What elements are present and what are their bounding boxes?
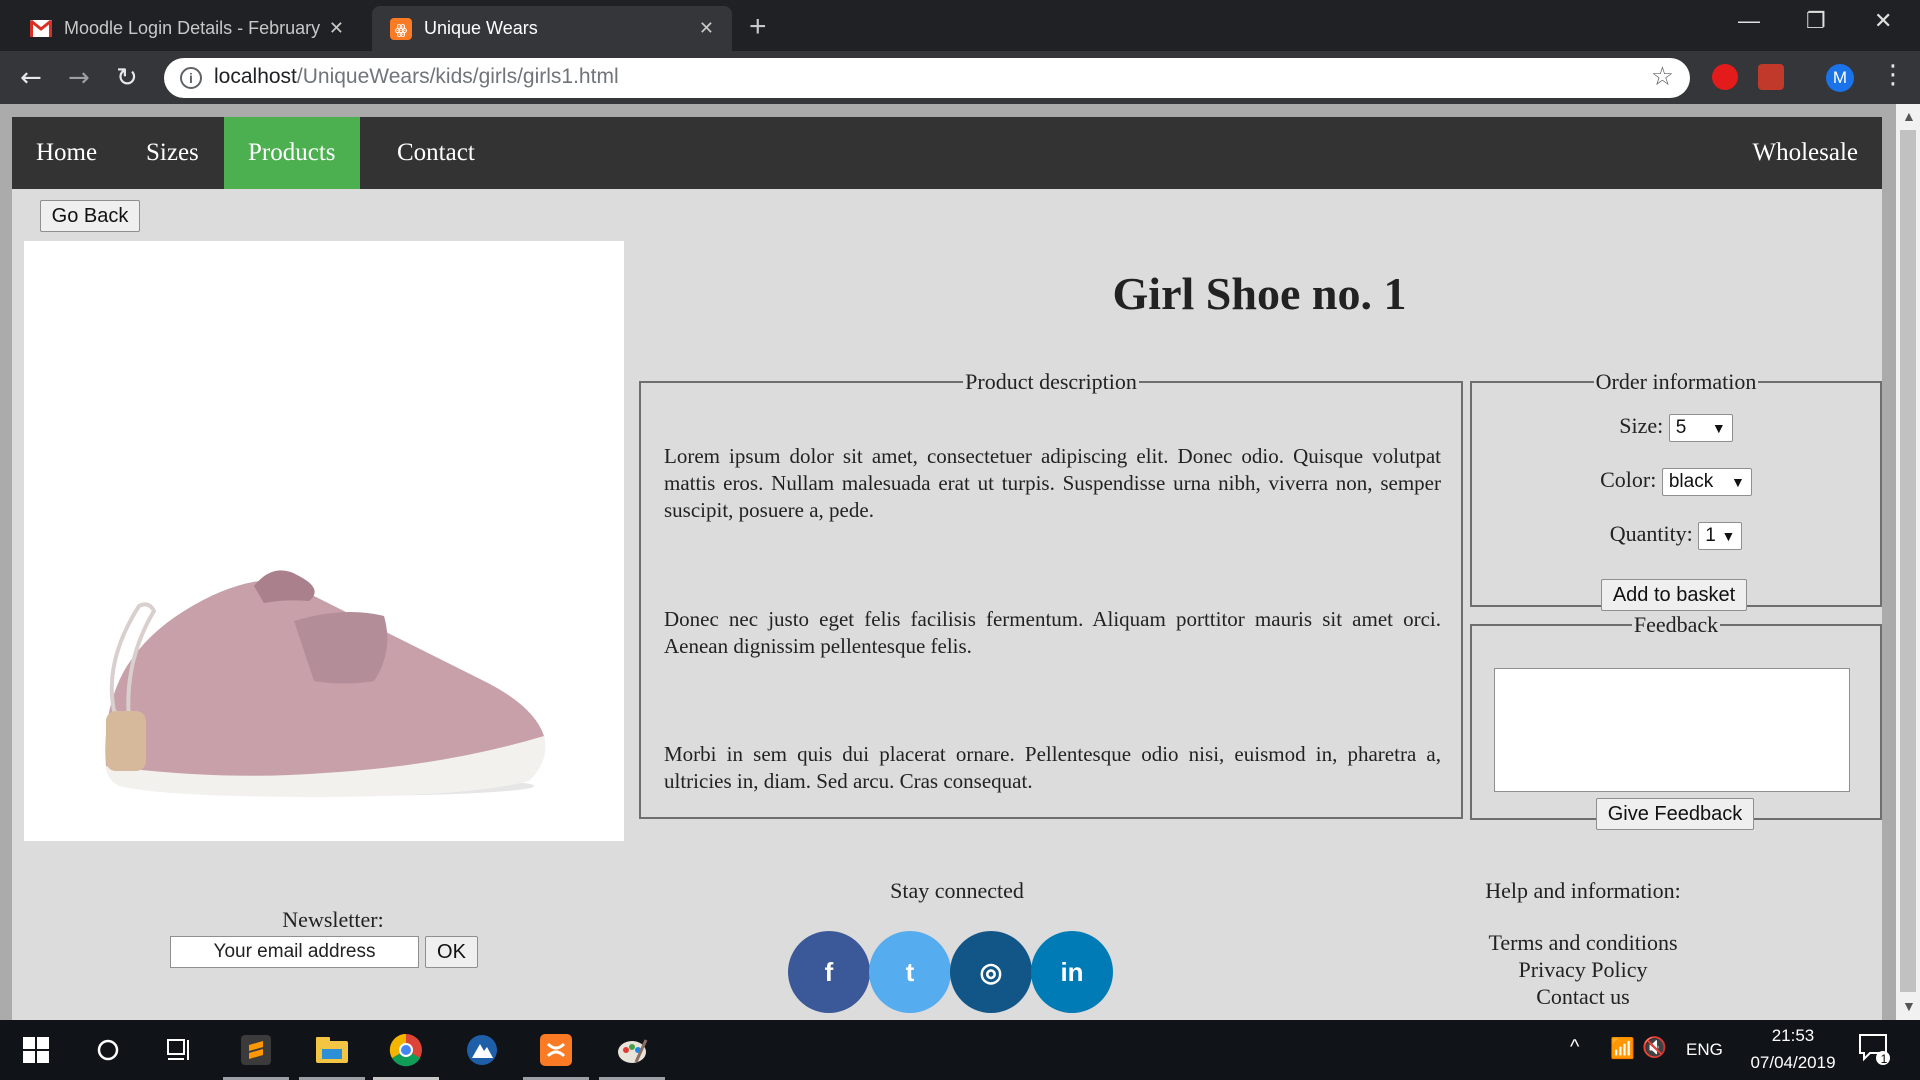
quantity-row: Quantity: 1 ▼	[1472, 521, 1880, 550]
product-description-legend: Product description	[965, 369, 1137, 394]
scroll-thumb[interactable]	[1900, 130, 1916, 992]
product-description-box: Product description Lorem ipsum dolor si…	[639, 369, 1463, 819]
nav-item-home[interactable]: Home	[12, 117, 121, 189]
reload-icon[interactable]: ↻	[116, 63, 138, 93]
scroll-up-icon[interactable]: ▲	[1902, 110, 1916, 126]
xampp-taskbar-icon[interactable]	[536, 1030, 576, 1070]
feedback-textarea[interactable]	[1494, 668, 1850, 792]
language-indicator[interactable]: ENG	[1686, 1040, 1723, 1060]
description-paragraph: Morbi in sem quis dui placerat ornare. P…	[664, 742, 1441, 793]
browser-menu-icon[interactable]: ⋮	[1880, 60, 1906, 90]
address-bar[interactable]: i localhost/UniqueWears/kids/girls/girls…	[164, 58, 1690, 98]
back-icon[interactable]: ←	[20, 63, 42, 93]
page-viewport: Home Sizes Products Contact Wholesale Go…	[0, 104, 1920, 1020]
tab-unique-wears[interactable]: ꙮ Unique Wears ✕	[372, 6, 732, 51]
tab-title: Unique Wears	[424, 18, 538, 38]
description-paragraph: Lorem ipsum dolor sit amet, consectetuer…	[664, 444, 1441, 522]
color-row: Color: black ▼	[1472, 467, 1880, 496]
newsletter-ok-button[interactable]: OK	[425, 936, 478, 968]
stay-connected-label: Stay connected	[890, 878, 1024, 903]
newsletter-label: Newsletter:	[282, 907, 384, 932]
twitter-icon[interactable]: t	[869, 931, 951, 1013]
chevron-down-icon: ▼	[1731, 473, 1745, 490]
color-select[interactable]: black ▼	[1661, 467, 1752, 496]
sublime-text-icon[interactable]	[236, 1030, 276, 1070]
close-icon[interactable]: ✕	[329, 18, 344, 39]
scroll-down-icon[interactable]: ▼	[1902, 1000, 1916, 1016]
wifi-icon[interactable]: 📶	[1610, 1036, 1635, 1061]
bookmark-star-icon[interactable]: ☆	[1651, 62, 1674, 92]
order-information-legend: Order information	[1595, 369, 1757, 394]
file-explorer-icon[interactable]	[312, 1030, 352, 1070]
size-label: Size:	[1619, 413, 1664, 438]
volume-muted-icon[interactable]: 🔇	[1642, 1035, 1667, 1060]
new-tab-icon[interactable]: +	[749, 10, 767, 44]
product-image	[24, 241, 624, 841]
vertical-scrollbar[interactable]: ▲ ▼	[1896, 104, 1920, 1020]
svg-text:ꙮ: ꙮ	[395, 23, 408, 38]
task-view-icon[interactable]	[160, 1030, 200, 1070]
feedback-box: Feedback Give Feedback	[1470, 612, 1882, 830]
cortana-search-icon[interactable]	[88, 1030, 128, 1070]
url-text: localhost/UniqueWears/kids/girls/girls1.…	[214, 65, 619, 88]
restore-icon[interactable]: ❐	[1806, 8, 1826, 34]
product-title: Girl Shoe no. 1	[1112, 268, 1407, 319]
gmail-icon	[30, 18, 52, 40]
quantity-label: Quantity:	[1609, 521, 1693, 546]
feedback-legend: Feedback	[1633, 612, 1719, 637]
browser-tab-bar: Moodle Login Details - February ✕ ꙮ Uniq…	[0, 0, 1920, 51]
chevron-down-icon: ▼	[1721, 527, 1736, 544]
chevron-down-icon: ▼	[1711, 419, 1726, 436]
size-row: Size: 5 ▼	[1472, 413, 1880, 442]
tab-title: Moodle Login Details - February	[64, 18, 321, 38]
shoe-image	[105, 570, 546, 797]
windows-taskbar: ^ 📶 🔇 ENG 21:53 07/04/2019 1	[0, 1020, 1920, 1080]
nav-item-sizes[interactable]: Sizes	[122, 117, 223, 189]
facebook-icon[interactable]: f	[788, 931, 870, 1013]
terms-link[interactable]: Terms and conditions	[1433, 930, 1733, 956]
nav-item-products[interactable]: Products	[224, 117, 360, 189]
add-to-basket-button[interactable]: Add to basket	[1601, 579, 1747, 611]
notification-count: 1	[1880, 1052, 1888, 1066]
info-icon[interactable]: i	[180, 67, 202, 89]
linkedin-icon[interactable]: in	[1031, 931, 1113, 1013]
close-window-icon[interactable]: ✕	[1874, 8, 1892, 34]
quantity-select[interactable]: 1 ▼	[1698, 521, 1743, 550]
go-back-button[interactable]: Go Back	[40, 200, 140, 232]
paint-icon[interactable]	[612, 1030, 652, 1070]
contact-link[interactable]: Contact us	[1433, 984, 1733, 1010]
forward-icon[interactable]: →	[68, 63, 90, 93]
chrome-icon[interactable]	[386, 1030, 426, 1070]
description-paragraph: Donec nec justo eget felis facilisis fer…	[664, 607, 1441, 658]
app-blue-icon[interactable]	[462, 1030, 502, 1070]
newsletter-email-input[interactable]: Your email address	[170, 936, 419, 968]
instagram-icon[interactable]: ◎	[950, 931, 1032, 1013]
windows-start-icon[interactable]	[16, 1030, 56, 1070]
size-select[interactable]: 5 ▼	[1668, 413, 1733, 442]
give-feedback-button[interactable]: Give Feedback	[1596, 798, 1754, 830]
minimize-icon[interactable]: —	[1738, 8, 1760, 34]
nav-item-wholesale[interactable]: Wholesale	[1728, 117, 1882, 189]
xampp-icon: ꙮ	[390, 17, 412, 40]
close-icon[interactable]: ✕	[699, 18, 714, 39]
adblock-extension-icon[interactable]	[1712, 64, 1738, 90]
tray-expand-icon[interactable]: ^	[1570, 1036, 1579, 1059]
order-information-box: Order information Size: 5 ▼ Color: black ▼…	[1470, 369, 1882, 611]
clock-date[interactable]: 07/04/2019	[1735, 1053, 1851, 1073]
nav-item-contact[interactable]: Contact	[373, 117, 499, 189]
tab-moodle[interactable]: Moodle Login Details - February ✕	[0, 6, 362, 51]
page-content: Home Sizes Products Contact Wholesale Go…	[12, 117, 1882, 1020]
clock-time[interactable]: 21:53	[1760, 1026, 1826, 1046]
dislike-extension-icon[interactable]	[1758, 64, 1784, 90]
color-label: Color:	[1600, 467, 1657, 492]
help-title: Help and information:	[1485, 878, 1681, 903]
profile-avatar[interactable]: M	[1826, 64, 1854, 92]
site-nav: Home Sizes Products Contact Wholesale	[12, 117, 1882, 189]
privacy-link[interactable]: Privacy Policy	[1433, 957, 1733, 983]
